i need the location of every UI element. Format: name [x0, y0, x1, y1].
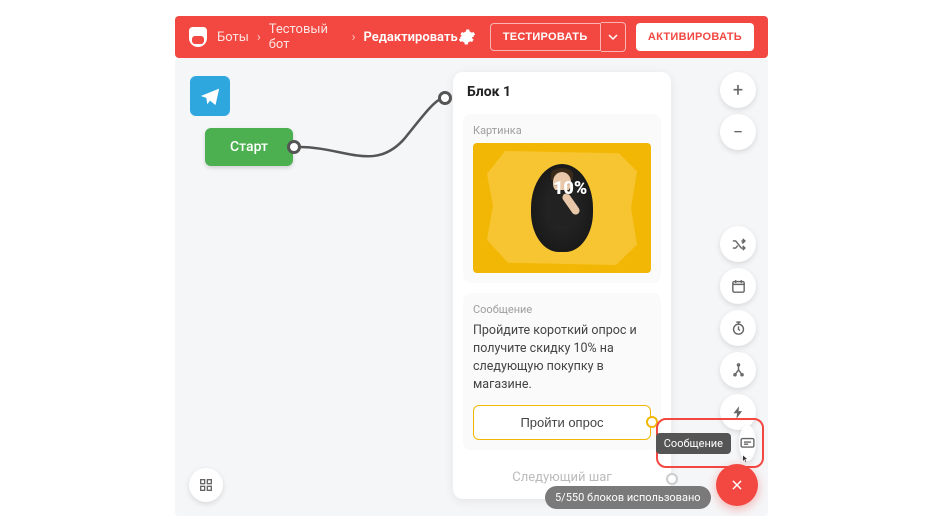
tool-message-highlight: Сообщение	[656, 418, 764, 468]
tool-shuffle-button[interactable]	[720, 226, 756, 262]
shuffle-icon	[730, 236, 747, 253]
arrange-toggle-button[interactable]	[189, 468, 223, 502]
chevron-right-icon: ›	[257, 30, 261, 45]
tool-message-button[interactable]	[739, 425, 756, 461]
block-message-section[interactable]: Сообщение Пройдите короткий опрос и полу…	[463, 293, 661, 450]
top-bar: Боты › Тестовый бот › Редактировать ТЕСТ…	[175, 16, 768, 58]
survey-button[interactable]: Пройти опрос	[473, 405, 651, 440]
message-icon	[739, 435, 756, 452]
test-dropdown-button[interactable]	[601, 22, 626, 52]
block-image-section[interactable]: Картинка 10%	[463, 114, 661, 283]
paper-plane-icon	[199, 85, 221, 107]
block-counter-badge: 5/550 блоков использовано	[545, 486, 711, 509]
tool-clock-button[interactable]	[720, 310, 756, 346]
minus-icon: −	[733, 122, 743, 143]
message-label: Сообщение	[473, 303, 651, 316]
next-step-output-port[interactable]	[666, 473, 678, 485]
zoom-in-button[interactable]: +	[720, 72, 756, 108]
block-title[interactable]: Блок 1	[453, 72, 671, 108]
tool-calendar-button[interactable]	[720, 268, 756, 304]
calendar-icon	[730, 278, 747, 295]
block-image-preview[interactable]: 10%	[473, 143, 651, 273]
zoom-out-button[interactable]: −	[720, 114, 756, 150]
activate-button[interactable]: АКТИВИРОВАТЬ	[636, 23, 754, 51]
block-input-port[interactable]	[438, 91, 452, 105]
close-icon	[730, 478, 744, 492]
chevron-right-icon: ›	[352, 30, 356, 45]
plus-icon: +	[733, 80, 743, 101]
settings-gear-icon[interactable]	[458, 27, 476, 47]
brand-logo-icon	[189, 27, 207, 47]
message-text: Пройдите короткий опрос и получите скидк…	[473, 322, 651, 395]
next-step-label: Следующий шаг	[512, 470, 612, 485]
flow-canvas[interactable]: Старт Блок 1 Картинка 10% Сообщение	[175, 58, 768, 516]
tool-branch-button[interactable]	[720, 352, 756, 388]
breadcrumb-current: Редактировать	[363, 30, 457, 45]
start-node[interactable]: Старт	[205, 128, 293, 166]
image-label: Картинка	[473, 124, 651, 137]
start-node-output-port[interactable]	[287, 140, 301, 154]
close-fab-button[interactable]	[716, 464, 758, 506]
clock-icon	[730, 320, 747, 337]
breadcrumb-parent[interactable]: Тестовый бот	[269, 22, 344, 52]
discount-sign: 10%	[553, 178, 593, 204]
survey-button-label: Пройти опрос	[520, 415, 603, 430]
tooltip-message: Сообщение	[656, 433, 731, 454]
test-button[interactable]: ТЕСТИРОВАТЬ	[490, 23, 601, 51]
caret-down-icon	[608, 32, 618, 42]
branch-icon	[730, 362, 747, 379]
block-card[interactable]: Блок 1 Картинка 10% Сообщение Пройдите к…	[453, 72, 671, 499]
telegram-channel-icon[interactable]	[190, 76, 230, 116]
breadcrumb-root[interactable]: Боты	[217, 30, 249, 45]
grid-align-icon	[198, 477, 214, 493]
